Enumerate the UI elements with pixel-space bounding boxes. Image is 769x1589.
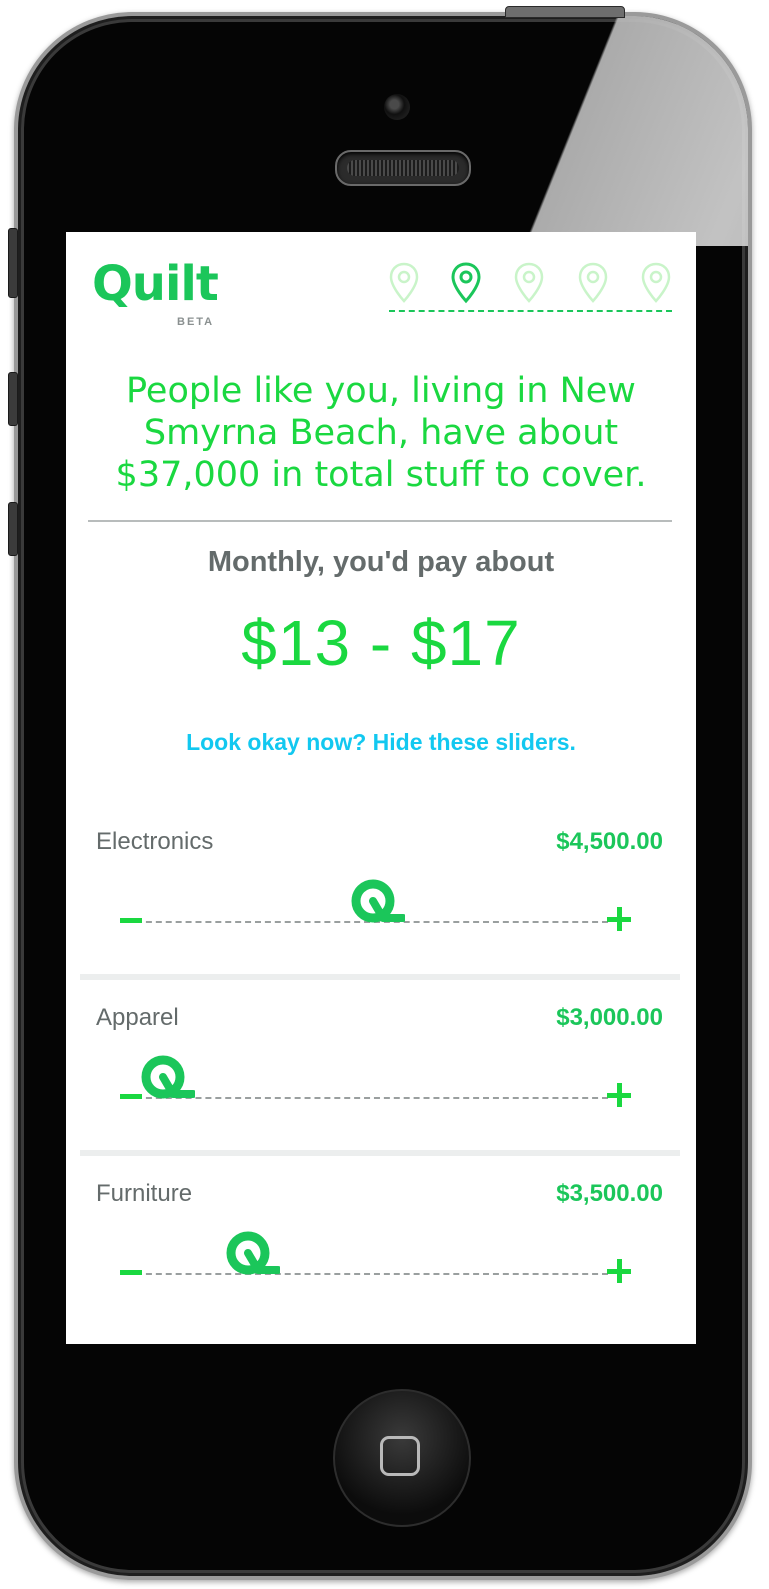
monthly-label: Monthly, you'd pay about: [207, 546, 555, 578]
front-camera: [384, 94, 410, 120]
earpiece-speaker: [335, 150, 471, 186]
slider-amount: $3,500.00: [556, 1180, 663, 1207]
slider-label: Apparel: [96, 1004, 179, 1031]
section-divider: [88, 520, 672, 522]
progress-dashed-line: [389, 310, 672, 312]
decrease-button[interactable]: [120, 918, 142, 923]
home-button[interactable]: [333, 1389, 471, 1527]
power-button[interactable]: [505, 6, 625, 18]
slider-row-apparel: Apparel $3,000.00: [80, 974, 680, 1156]
quilt-logo[interactable]: Quilt: [92, 260, 219, 308]
slider-label: Furniture: [96, 1180, 193, 1207]
step-pin-icon[interactable]: [389, 262, 419, 304]
increase-button[interactable]: [607, 1083, 631, 1107]
hide-sliders-link[interactable]: Look okay now? Hide these sliders.: [66, 729, 696, 756]
slider-track[interactable]: [136, 1273, 608, 1275]
slider-amount: $3,000.00: [556, 1004, 663, 1031]
increase-button[interactable]: [607, 1259, 631, 1283]
app-screen: Quilt BETA People like you, living in Ne…: [66, 232, 696, 1344]
slider-track[interactable]: [136, 1097, 608, 1099]
step-pin-current-icon[interactable]: [451, 262, 481, 304]
slider-row-furniture: Furniture $3,500.00: [80, 1150, 680, 1326]
mute-switch[interactable]: [8, 228, 18, 298]
quilt-q-slider-thumb-icon[interactable]: [224, 1230, 280, 1280]
slider-amount: $4,500.00: [556, 828, 663, 855]
volume-up-button[interactable]: [8, 372, 18, 426]
slider-row-electronics: Electronics $4,500.00: [80, 798, 680, 980]
decrease-button[interactable]: [120, 1270, 142, 1275]
increase-button[interactable]: [607, 907, 631, 931]
progress-steps: [389, 258, 672, 316]
beta-badge: BETA: [177, 316, 215, 328]
quilt-q-slider-thumb-icon[interactable]: [349, 878, 405, 928]
volume-down-button[interactable]: [8, 502, 18, 556]
step-pin-icon[interactable]: [641, 262, 671, 304]
step-pin-icon[interactable]: [514, 262, 544, 304]
step-pin-icon[interactable]: [578, 262, 608, 304]
price-range: $13 - $17: [241, 607, 521, 679]
speaker-grill: [347, 160, 459, 176]
coverage-headline: People like you, living in New Smyrna Be…: [115, 371, 647, 495]
slider-label: Electronics: [96, 828, 214, 855]
quilt-q-slider-thumb-icon[interactable]: [139, 1054, 195, 1104]
home-square-icon: [380, 1436, 420, 1476]
